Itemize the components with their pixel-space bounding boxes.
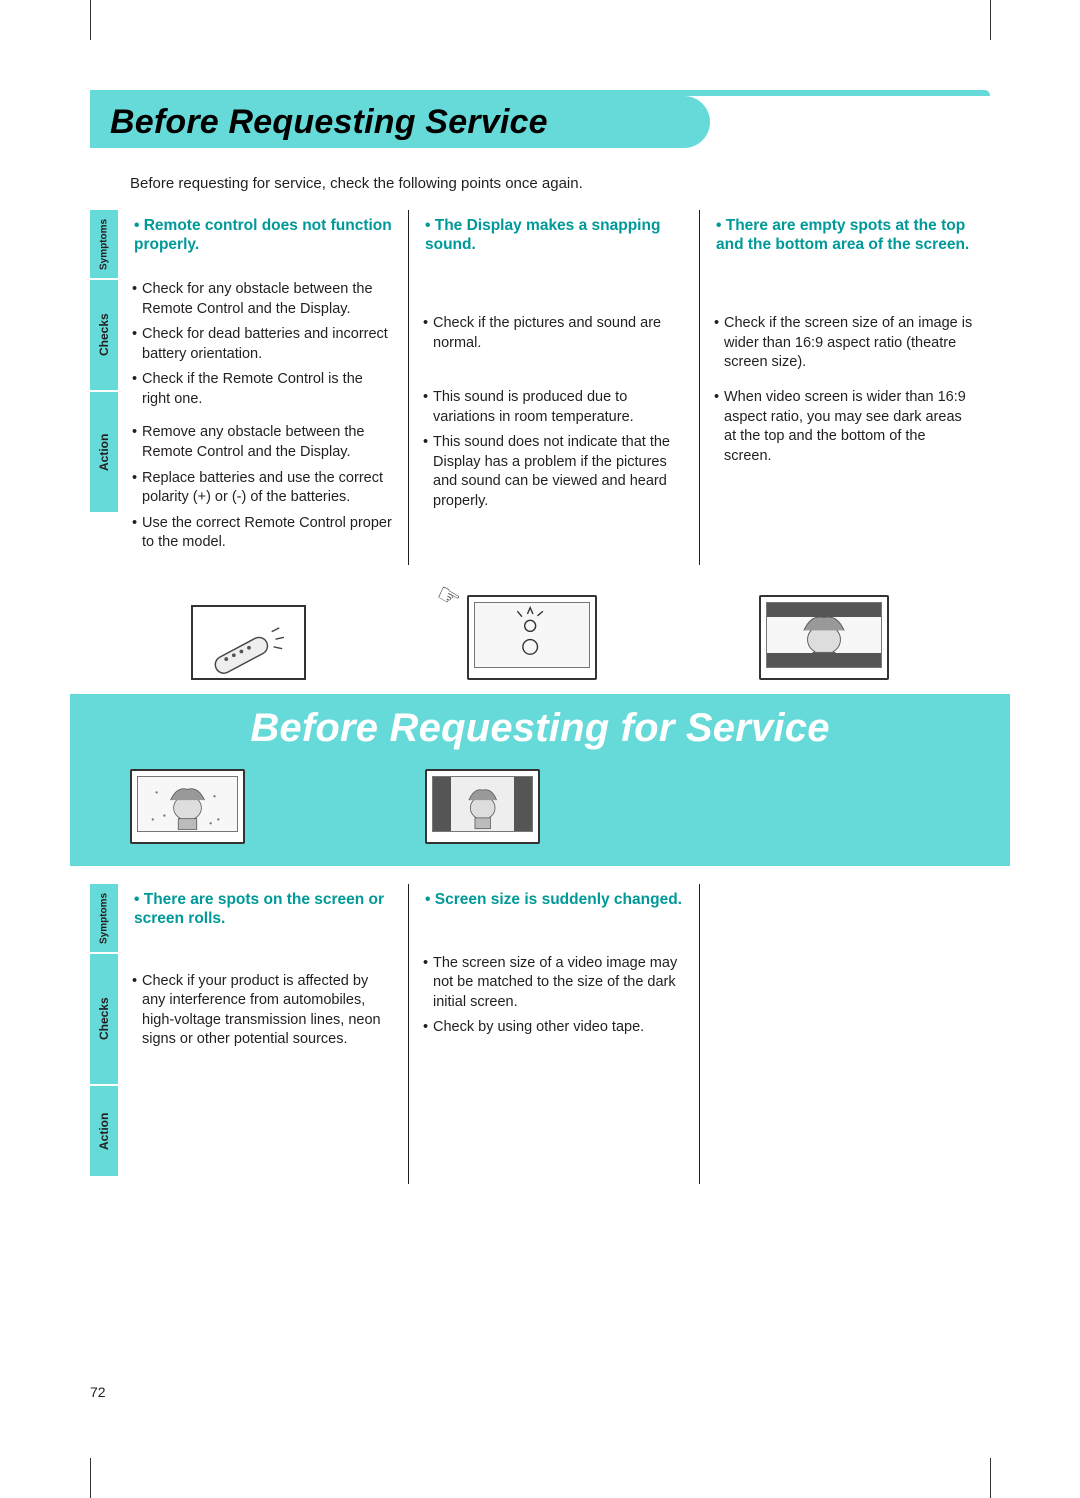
troubleshoot-bottom: Symptoms Checks Action There are spots o… <box>90 884 990 1184</box>
symptom-heading: Remote control does not function properl… <box>130 210 396 278</box>
symptom-heading: The Display makes a snapping sound. <box>421 210 687 278</box>
list-item: The screen size of a video image may not… <box>423 954 685 1013</box>
label-action: Action <box>90 1086 118 1176</box>
banner-title: Before Requesting for Service <box>70 706 1010 751</box>
intro-text: Before requesting for service, check the… <box>130 175 990 192</box>
action-list: When video screen is wider than 16:9 asp… <box>712 386 978 506</box>
size-change-tv-icon <box>425 769 540 844</box>
checks-list: Check if the pictures and sound are norm… <box>421 278 687 386</box>
label-action: Action <box>90 392 118 512</box>
bottom-col3-empty <box>700 884 990 1184</box>
symptom-heading: There are spots on the screen or screen … <box>130 884 396 952</box>
list-item: This sound does not indicate that the Di… <box>423 433 685 511</box>
list-item: Check if your product is affected by any… <box>132 972 394 1050</box>
spots-tv-icon <box>130 769 245 844</box>
side-labels-top: Symptoms Checks Action <box>90 210 118 565</box>
top-col2: The Display makes a snapping sound. Chec… <box>409 210 700 565</box>
list-item: Replace batteries and use the correct po… <box>132 469 394 508</box>
symptom-heading: Screen size is suddenly changed. <box>421 884 687 952</box>
letterbox-tv-icon <box>759 595 889 680</box>
label-symptoms: Symptoms <box>90 210 118 278</box>
bottom-col1: There are spots on the screen or screen … <box>118 884 409 1184</box>
label-checks: Checks <box>90 954 118 1084</box>
page-content: Before Requesting Service Before request… <box>90 90 990 1410</box>
list-item: Remove any obstacle between the Remote C… <box>132 423 394 462</box>
label-checks: Checks <box>90 280 118 390</box>
page-title: Before Requesting Service <box>110 103 548 142</box>
remote-control-icon <box>191 605 306 680</box>
list-item: This sound is produced due to variations… <box>423 388 685 427</box>
snapping-tv-icon: ☞ <box>467 595 597 680</box>
illustration-row-top: ☞ <box>90 595 990 680</box>
checks-list: Check if the screen size of an image is … <box>712 278 978 386</box>
checks-list: The screen size of a video image may not… <box>421 952 687 1082</box>
list-item: When video screen is wider than 16:9 asp… <box>714 388 976 466</box>
title-bar: Before Requesting Service <box>90 90 990 150</box>
action-list <box>130 1082 396 1172</box>
pointing-hand-icon: ☞ <box>431 577 467 616</box>
illustration-row-banner <box>70 751 1010 844</box>
list-item: Use the correct Remote Control proper to… <box>132 514 394 553</box>
symptom-heading: There are empty spots at the top and the… <box>712 210 978 278</box>
checks-list: Check if your product is affected by any… <box>130 952 396 1082</box>
list-item: Check if the Remote Control is the right… <box>132 370 394 409</box>
banner: Before Requesting for Service <box>70 694 1010 866</box>
list-item: Check for any obstacle between the Remot… <box>132 280 394 319</box>
list-item: Check if the screen size of an image is … <box>714 314 976 373</box>
list-item: Check by using other video tape. <box>423 1018 685 1038</box>
action-list <box>421 1082 687 1172</box>
action-list: This sound is produced due to variations… <box>421 386 687 523</box>
label-symptoms: Symptoms <box>90 884 118 952</box>
top-col1: Remote control does not function properl… <box>118 210 409 565</box>
top-col3: There are empty spots at the top and the… <box>700 210 990 565</box>
list-item: Check if the pictures and sound are norm… <box>423 314 685 353</box>
page-number: 72 <box>90 1384 106 1400</box>
bottom-col2: Screen size is suddenly changed. The scr… <box>409 884 700 1184</box>
action-list: Remove any obstacle between the Remote C… <box>130 421 396 564</box>
troubleshoot-top: Symptoms Checks Action Remote control do… <box>90 210 990 565</box>
side-labels-bottom: Symptoms Checks Action <box>90 884 118 1184</box>
list-item: Check for dead batteries and incorrect b… <box>132 325 394 364</box>
checks-list: Check for any obstacle between the Remot… <box>130 278 396 421</box>
